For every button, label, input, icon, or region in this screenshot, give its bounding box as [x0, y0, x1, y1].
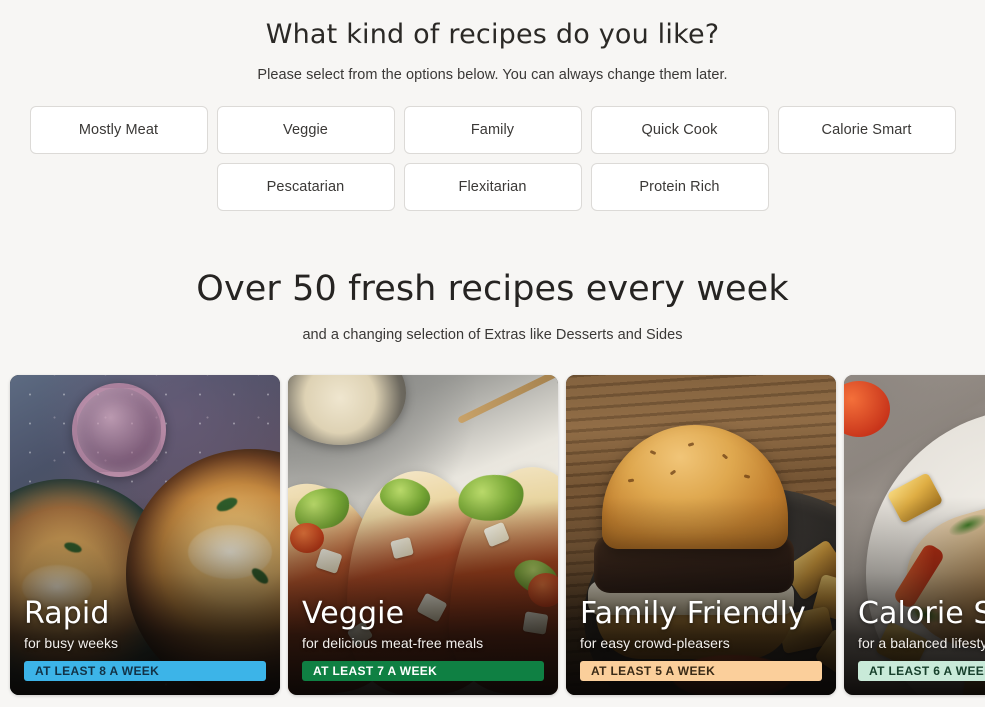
- card-description: for delicious meat-free meals: [302, 635, 484, 651]
- card-description: for easy crowd-pleasers: [580, 635, 730, 651]
- recipe-category-card-veggie[interactable]: Veggie for delicious meat-free meals AT …: [288, 375, 558, 695]
- card-badge: AT LEAST 8 A WEEK: [24, 661, 266, 681]
- preference-option-family[interactable]: Family: [403, 105, 582, 154]
- card-content: Rapid for busy weeks AT LEAST 8 A WEEK: [10, 595, 280, 695]
- preference-option-protein-rich[interactable]: Protein Rich: [590, 162, 769, 211]
- preference-option-quick-cook[interactable]: Quick Cook: [590, 105, 769, 154]
- card-title: Calorie Smart: [858, 595, 985, 631]
- preference-option-label: Protein Rich: [639, 178, 720, 195]
- preference-option-label: Pescatarian: [266, 178, 345, 195]
- card-title: Rapid: [24, 595, 110, 631]
- preference-option-label: Calorie Smart: [821, 121, 912, 138]
- preference-option-veggie[interactable]: Veggie: [216, 105, 395, 154]
- card-badge: AT LEAST 7 A WEEK: [302, 661, 544, 681]
- recipes-subtitle: and a changing selection of Extras like …: [302, 326, 683, 343]
- preference-option-flexitarian[interactable]: Flexitarian: [403, 162, 582, 211]
- page-subtitle: Please select from the options below. Yo…: [257, 66, 728, 83]
- preference-options: Mostly Meat Veggie Family Quick Cook Cal…: [0, 105, 985, 211]
- card-content: Veggie for delicious meat-free meals AT …: [288, 595, 558, 695]
- preference-option-label: Family: [470, 121, 515, 138]
- preference-option-label: Quick Cook: [641, 121, 718, 138]
- preference-option-calorie-smart[interactable]: Calorie Smart: [777, 105, 956, 154]
- card-title: Family Friendly: [580, 595, 806, 631]
- preference-options-row-2: Pescatarian Flexitarian Protein Rich: [0, 162, 985, 211]
- card-content: Family Friendly for easy crowd-pleasers …: [566, 595, 836, 695]
- preference-option-label: Mostly Meat: [78, 121, 159, 138]
- card-description: for busy weeks: [24, 635, 119, 651]
- card-content: Calorie Smart for a balanced lifestyle A…: [844, 595, 985, 695]
- card-description: for a balanced lifestyle: [858, 635, 985, 651]
- page-title: What kind of recipes do you like?: [265, 19, 720, 50]
- card-badge: AT LEAST 5 A WEEK: [580, 661, 822, 681]
- recipe-category-carousel[interactable]: Rapid for busy weeks AT LEAST 8 A WEEK V…: [10, 375, 985, 697]
- preference-options-row-1: Mostly Meat Veggie Family Quick Cook Cal…: [0, 105, 985, 154]
- card-badge: AT LEAST 6 A WEEK: [858, 661, 985, 681]
- recipe-category-card-family-friendly[interactable]: Family Friendly for easy crowd-pleasers …: [566, 375, 836, 695]
- recipe-category-card-rapid[interactable]: Rapid for busy weeks AT LEAST 8 A WEEK: [10, 375, 280, 695]
- preference-option-label: Veggie: [283, 121, 328, 138]
- preference-option-label: Flexitarian: [458, 178, 527, 195]
- preferences-section: What kind of recipes do you like? Please…: [0, 0, 985, 211]
- preference-option-mostly-meat[interactable]: Mostly Meat: [29, 105, 208, 154]
- preference-option-pescatarian[interactable]: Pescatarian: [216, 162, 395, 211]
- recipes-header: Over 50 fresh recipes every week and a c…: [0, 268, 985, 343]
- recipe-category-card-calorie-smart[interactable]: Calorie Smart for a balanced lifestyle A…: [844, 375, 985, 695]
- recipes-title: Over 50 fresh recipes every week: [196, 268, 789, 309]
- onboarding-page: What kind of recipes do you like? Please…: [0, 0, 985, 707]
- card-title: Veggie: [302, 595, 405, 631]
